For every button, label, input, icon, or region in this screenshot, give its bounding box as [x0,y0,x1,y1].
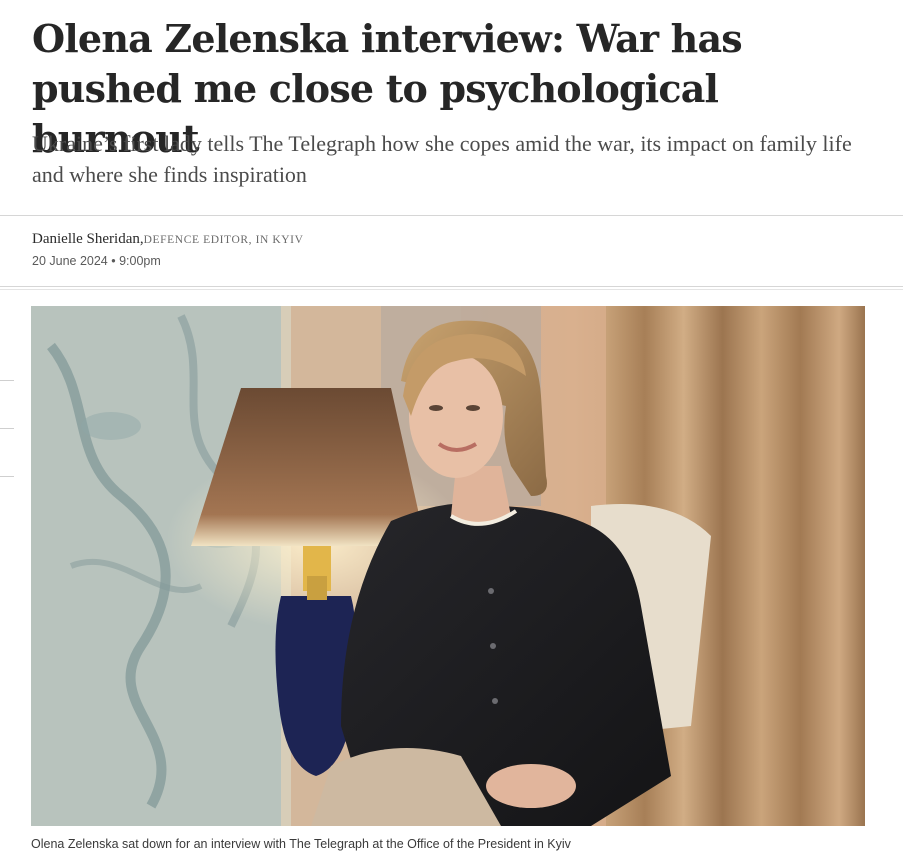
author-name[interactable]: Danielle Sheridan, [32,231,144,247]
author-role: DEFENCE EDITOR, IN KYIV [143,234,304,246]
photo-caption: Olena Zelenska sat down for an interview… [31,837,571,851]
byline: Danielle Sheridan,DEFENCE EDITOR, IN KYI… [32,231,304,248]
byline-bottom-divider-secondary [0,289,903,290]
share-rail-divider [0,380,14,381]
publish-date: 20 June 2024 • 9:00pm [32,254,161,268]
lead-photo [31,306,865,826]
share-rail-divider [0,476,14,477]
share-rail-divider [0,428,14,429]
lead-photo-illustration [31,306,865,826]
byline-bottom-divider [0,286,903,287]
byline-top-divider [0,215,903,216]
article-standfirst: Ukraine’s first lady tells The Telegraph… [32,131,852,187]
